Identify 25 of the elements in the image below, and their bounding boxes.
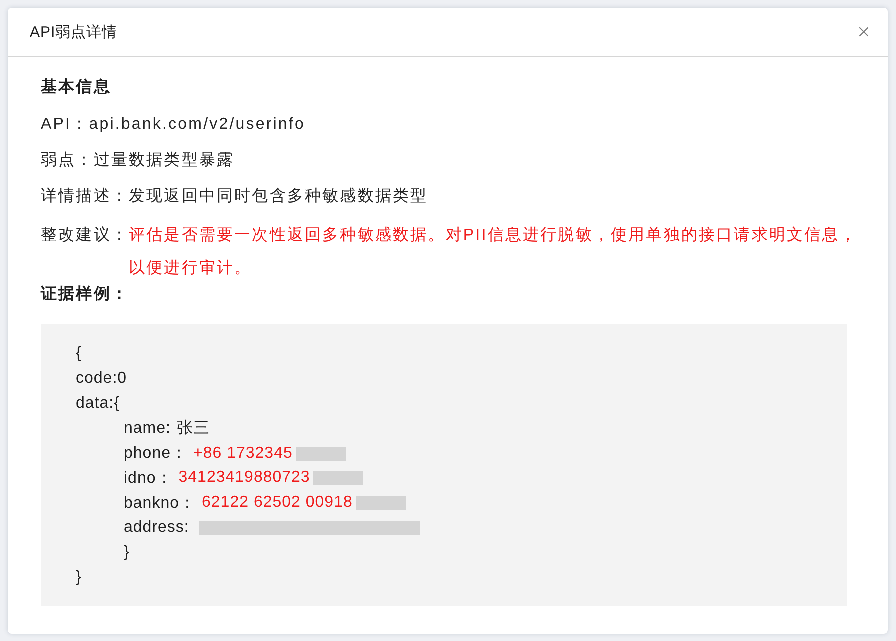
code-key: address: bbox=[124, 518, 190, 537]
code-value: 62122 62502 00918 bbox=[202, 494, 353, 512]
field-value: 评估是否需要一次性返回多种敏感数据。对PII信息进行脱敏，使用单独的接口请求明文信息，以便进行审计。 bbox=[129, 226, 858, 279]
code-key: idno： bbox=[124, 468, 173, 489]
code-key: name: bbox=[124, 420, 171, 438]
section-heading: 基本信息 bbox=[41, 78, 112, 98]
code-value: 张三 bbox=[176, 418, 210, 440]
code-value: 34123419880723 bbox=[178, 469, 310, 488]
field-label: API： bbox=[41, 115, 90, 135]
field-label: 详情描述： bbox=[41, 186, 129, 207]
code-key: bankno： bbox=[124, 492, 196, 514]
field-value: api.bank.com/v2/userinfo bbox=[89, 115, 306, 135]
code-text: } bbox=[76, 568, 82, 587]
code-text: code:0 bbox=[76, 370, 128, 388]
dialog-title: API弱点详情 bbox=[30, 22, 118, 42]
code-text: { bbox=[76, 345, 82, 364]
code-value: +86 1732345 bbox=[194, 444, 293, 463]
code-key: phone： bbox=[124, 443, 188, 464]
code-text: data:{ bbox=[76, 394, 120, 413]
field-value: 过量数据类型暴露 bbox=[94, 150, 236, 171]
field-label: 整改建议： bbox=[41, 226, 129, 246]
field-label: 弱点： bbox=[41, 150, 94, 171]
code-text: } bbox=[124, 544, 130, 562]
section-heading: 证据样例： bbox=[41, 284, 129, 305]
field-value: 发现返回中同时包含多种敏感数据类型 bbox=[129, 186, 430, 207]
